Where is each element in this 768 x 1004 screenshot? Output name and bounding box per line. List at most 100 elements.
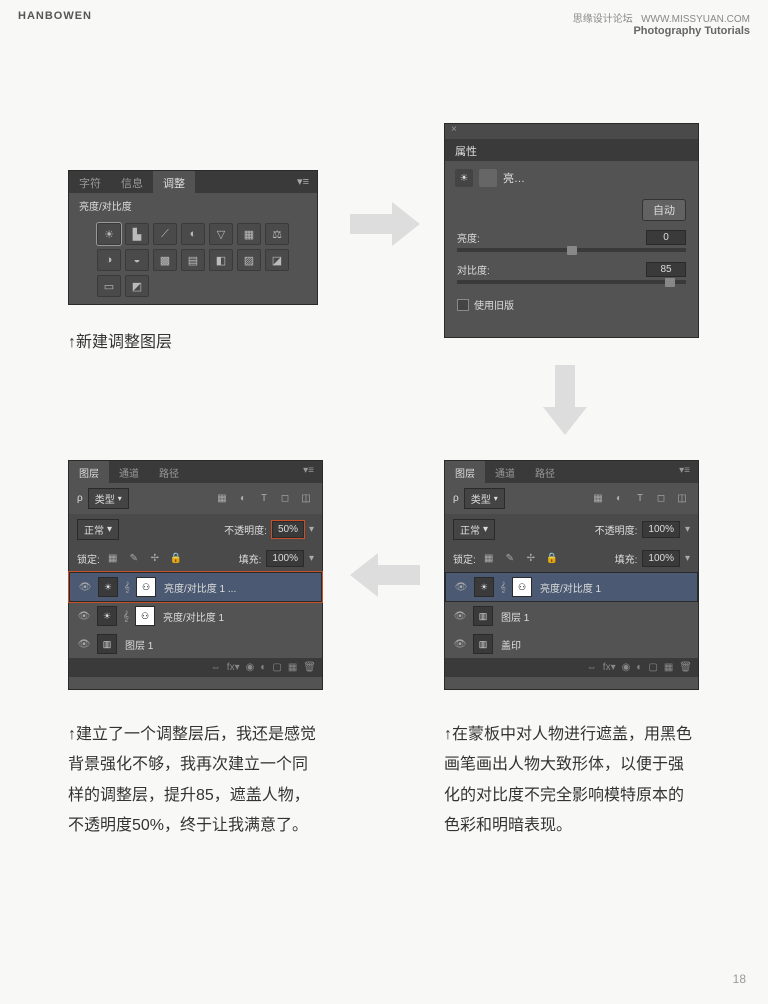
layer-thumb-icon[interactable]: ☀ — [474, 577, 494, 597]
panel-menu-icon[interactable]: ▾≡ — [671, 461, 698, 483]
curves-icon[interactable]: ⟋ — [153, 223, 177, 245]
brightness-value[interactable]: 0 — [646, 230, 686, 245]
filter-smart-icon[interactable]: ◫ — [298, 491, 314, 507]
mask-thumb[interactable]: ⚇ — [136, 577, 156, 597]
filter-shape-icon[interactable]: ◻ — [277, 491, 293, 507]
visibility-icon[interactable]: 👁 — [451, 607, 469, 625]
legacy-checkbox[interactable] — [457, 299, 469, 311]
layer-thumb[interactable]: ▥ — [97, 634, 117, 654]
photo-filter-icon[interactable]: ◒ — [125, 249, 149, 271]
exposure-icon[interactable]: ◐ — [181, 223, 205, 245]
lock-transparent-icon[interactable]: ▦ — [105, 551, 121, 567]
lock-all-icon[interactable]: 🔒 — [544, 551, 560, 567]
trash-icon[interactable]: 🗑 — [303, 662, 316, 673]
tab-channels[interactable]: 通道 — [109, 461, 149, 483]
layer-name[interactable]: 图层 1 — [121, 637, 153, 652]
lock-move-icon[interactable]: ✢ — [523, 551, 539, 567]
selective-color-icon[interactable]: ◩ — [125, 275, 149, 297]
channel-mixer-icon[interactable]: ▩ — [153, 249, 177, 271]
bw-icon[interactable]: ◑ — [97, 249, 121, 271]
layer-name[interactable]: 图层 1 — [497, 609, 529, 624]
opacity-value[interactable]: 100% — [642, 521, 680, 538]
mask-thumb[interactable]: ⚇ — [135, 606, 155, 626]
layer-thumb[interactable]: ▥ — [473, 634, 493, 654]
tab-layers[interactable]: 图层 — [445, 461, 485, 483]
layer-row-bc1[interactable]: 👁 ☀ 𝄞 ⚇ 亮度/对比度 1 — [445, 572, 698, 602]
layer-row-1[interactable]: 👁 ▥ 图层 1 — [69, 630, 322, 658]
layer-row-stamp[interactable]: 👁 ▥ 盖印 — [445, 630, 698, 658]
filter-adjust-icon[interactable]: ◐ — [611, 491, 627, 507]
filter-pixel-icon[interactable]: ▦ — [214, 491, 230, 507]
filter-type-select[interactable]: 类型▾ — [464, 488, 505, 509]
lookup-icon[interactable]: ▤ — [181, 249, 205, 271]
group-icon[interactable]: ▢ — [648, 662, 657, 673]
gradient-map-icon[interactable]: ▭ — [97, 275, 121, 297]
properties-tab[interactable]: 属性 — [445, 139, 698, 161]
group-icon[interactable]: ▢ — [272, 662, 281, 673]
fill-value[interactable]: 100% — [642, 550, 680, 567]
panel-menu-icon[interactable]: ▾≡ — [295, 461, 322, 483]
lock-paint-icon[interactable]: ✎ — [502, 551, 518, 567]
brightness-contrast-icon[interactable]: ☀ — [97, 223, 121, 245]
filter-adjust-icon[interactable]: ◐ — [235, 491, 251, 507]
brightness-slider[interactable] — [457, 248, 686, 252]
levels-icon[interactable]: ▙ — [125, 223, 149, 245]
layer-name[interactable]: 盖印 — [497, 637, 521, 652]
posterize-icon[interactable]: ▨ — [237, 249, 261, 271]
lock-all-icon[interactable]: 🔒 — [168, 551, 184, 567]
link-icon[interactable]: 𝄞 — [121, 611, 131, 622]
mask-add-icon[interactable]: ◉ — [622, 662, 631, 673]
link-layers-icon[interactable]: ⇔ — [211, 662, 221, 673]
lock-move-icon[interactable]: ✢ — [147, 551, 163, 567]
layer-name[interactable]: 亮度/对比度 1 — [159, 609, 224, 624]
layer-thumb-icon[interactable]: ☀ — [98, 577, 118, 597]
layer-row-bc2[interactable]: 👁 ☀ 𝄞 ⚇ 亮度/对比度 1 — [69, 602, 322, 630]
link-layers-icon[interactable]: ⇔ — [587, 662, 597, 673]
fill-value[interactable]: 100% — [266, 550, 304, 567]
filter-type-select[interactable]: 类型▾ — [88, 488, 129, 509]
visibility-icon[interactable]: 👁 — [452, 578, 470, 596]
filter-text-icon[interactable]: T — [632, 491, 648, 507]
tab-info[interactable]: 信息 — [111, 171, 153, 193]
opacity-value[interactable]: 50% — [272, 521, 304, 538]
visibility-icon[interactable]: 👁 — [75, 635, 93, 653]
layer-row-1[interactable]: 👁 ▥ 图层 1 — [445, 602, 698, 630]
tab-channels[interactable]: 通道 — [485, 461, 525, 483]
filter-pixel-icon[interactable]: ▦ — [590, 491, 606, 507]
fx-icon[interactable]: fx▾ — [227, 662, 240, 673]
visibility-icon[interactable]: 👁 — [451, 635, 469, 653]
mask-icon[interactable] — [479, 169, 497, 187]
blend-mode-select[interactable]: 正常▾ — [453, 519, 495, 540]
auto-button[interactable]: 自动 — [642, 199, 686, 221]
new-layer-icon[interactable]: ▦ — [664, 662, 673, 673]
link-icon[interactable]: 𝄞 — [498, 582, 508, 593]
tab-layers[interactable]: 图层 — [69, 461, 109, 483]
filter-smart-icon[interactable]: ◫ — [674, 491, 690, 507]
visibility-icon[interactable]: 👁 — [75, 607, 93, 625]
threshold-icon[interactable]: ◪ — [265, 249, 289, 271]
new-layer-icon[interactable]: ▦ — [288, 662, 297, 673]
trash-icon[interactable]: 🗑 — [679, 662, 692, 673]
contrast-slider[interactable] — [457, 280, 686, 284]
lock-paint-icon[interactable]: ✎ — [126, 551, 142, 567]
adjustment-icon[interactable]: ◐ — [636, 662, 642, 673]
layer-row-bc1[interactable]: 👁 ☀ 𝄞 ⚇ 亮度/对比度 1 ... — [69, 572, 322, 602]
adjustment-icon[interactable]: ◐ — [260, 662, 266, 673]
layer-name[interactable]: 亮度/对比度 1 — [536, 580, 601, 595]
panel-menu-icon[interactable]: ▾≡ — [289, 171, 317, 193]
layer-thumb-icon[interactable]: ☀ — [97, 606, 117, 626]
layer-name[interactable]: 亮度/对比度 1 ... — [160, 580, 236, 595]
mask-add-icon[interactable]: ◉ — [246, 662, 255, 673]
vibrance-icon[interactable]: ▽ — [209, 223, 233, 245]
hue-icon[interactable]: ▦ — [237, 223, 261, 245]
tab-adjust[interactable]: 调整 — [153, 171, 195, 193]
link-icon[interactable]: 𝄞 — [122, 582, 132, 593]
filter-shape-icon[interactable]: ◻ — [653, 491, 669, 507]
fx-icon[interactable]: fx▾ — [603, 662, 616, 673]
color-balance-icon[interactable]: ⚖ — [265, 223, 289, 245]
visibility-icon[interactable]: 👁 — [76, 578, 94, 596]
invert-icon[interactable]: ◧ — [209, 249, 233, 271]
panel-close-icon[interactable]: × — [445, 124, 698, 139]
filter-text-icon[interactable]: T — [256, 491, 272, 507]
contrast-value[interactable]: 85 — [646, 262, 686, 277]
